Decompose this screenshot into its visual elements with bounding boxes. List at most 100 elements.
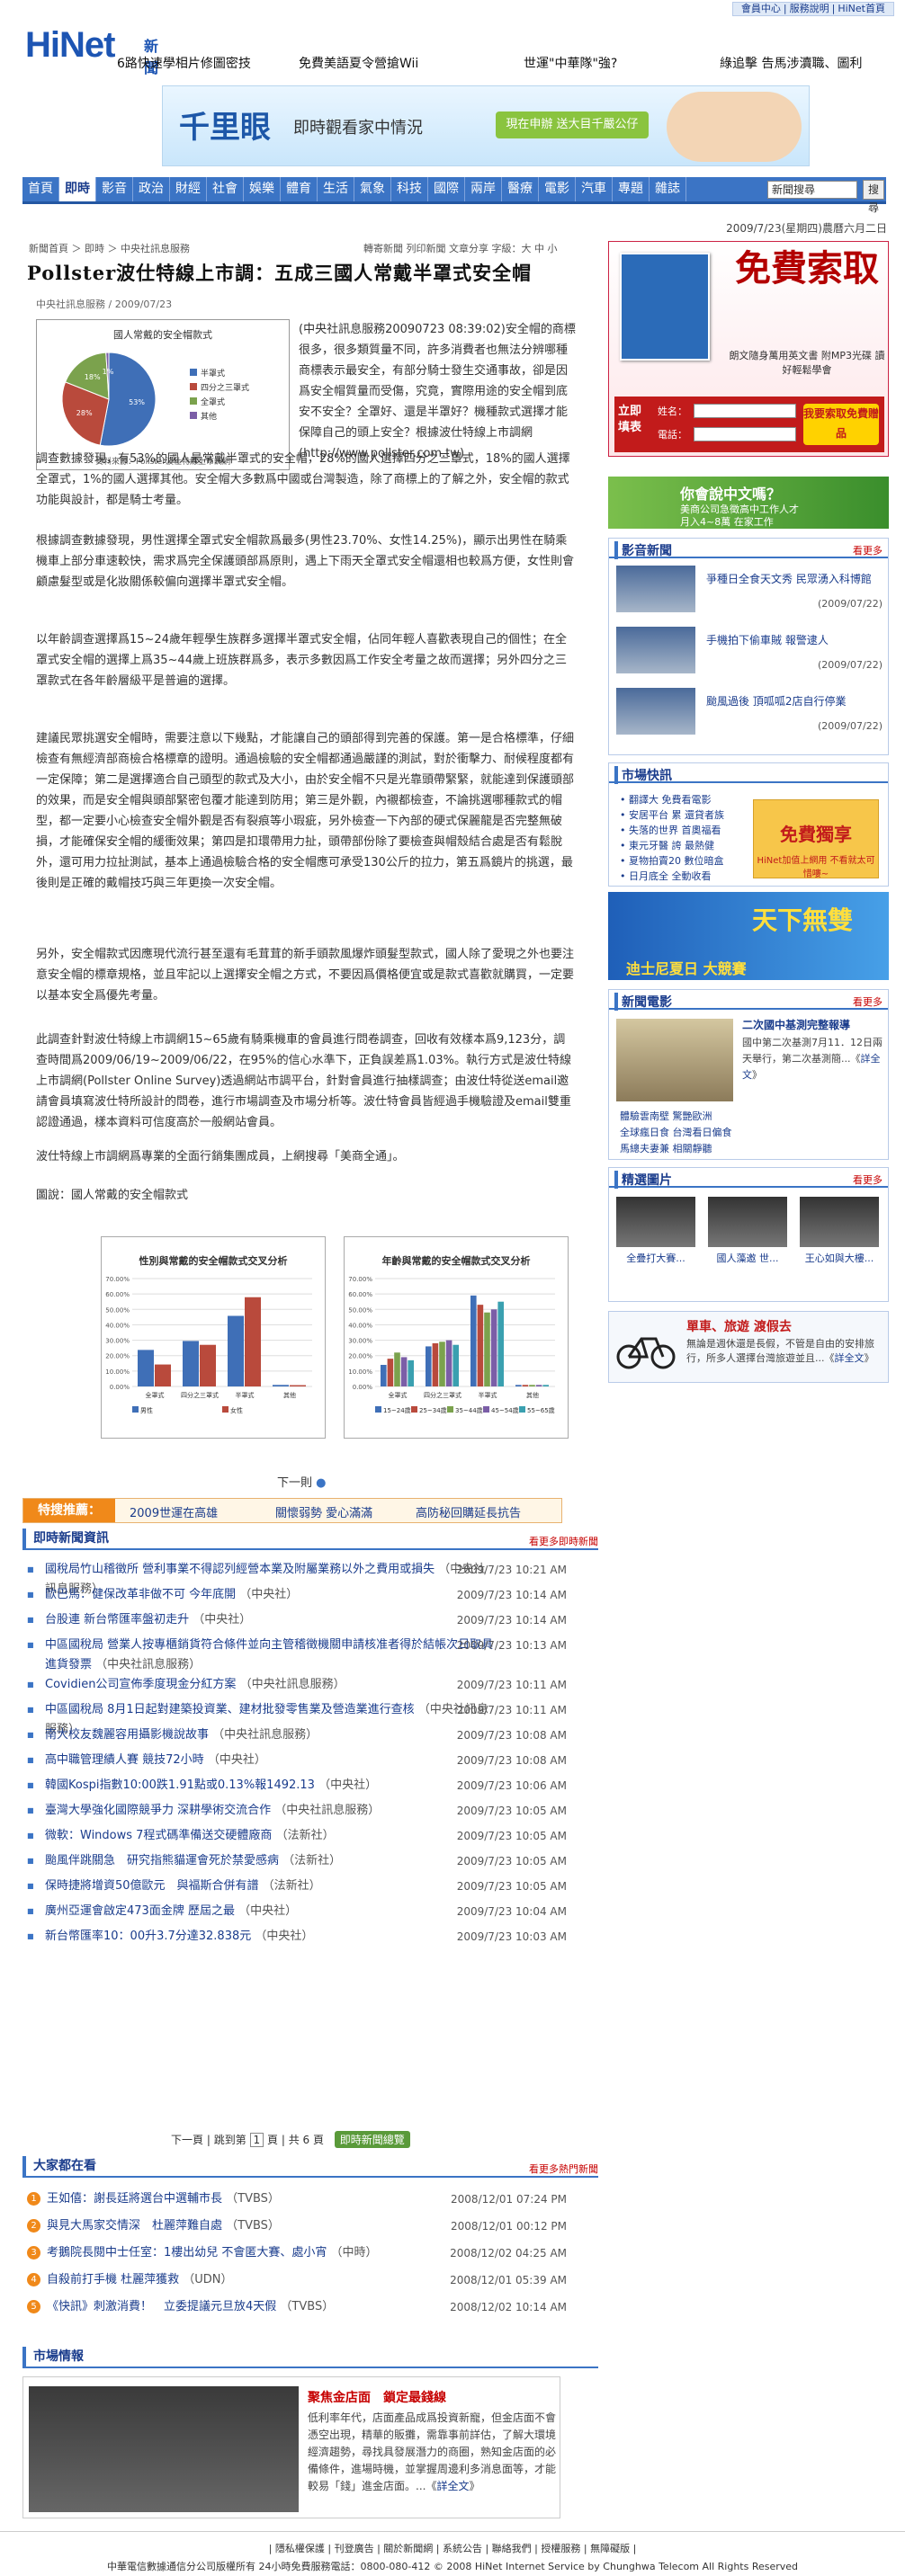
news-headline[interactable]: 南大校友魏麗容用攝影機說故事 （中央社訊息服務）: [45, 1725, 495, 1745]
request-gift-button[interactable]: 我要索取免費贈品: [803, 404, 879, 445]
hot-topic-link[interactable]: 關懷弱勢 愛心滿滿: [275, 1503, 372, 1520]
nav-item-3[interactable]: 政治: [133, 177, 170, 201]
prev-page-link[interactable]: 下一頁: [171, 2134, 203, 2146]
job-ad[interactable]: 你會說中文嗎？ 美商公司急徵高中工作人才 月入4~8萬 在家工作: [608, 477, 889, 529]
video-title[interactable]: 手機拍下偷車賊 報警逮人: [706, 632, 883, 647]
news-row[interactable]: ■ 南大校友魏麗容用攝影機說故事 （中央社訊息服務） 2009/7/23 10:08…: [27, 1725, 567, 1745]
disney-ad[interactable]: 天下無雙 迪士尼夏日 大競賽: [608, 892, 889, 980]
news-headline[interactable]: 臺灣大學強化國際競爭力 深耕學術交流合作 （中央社訊息服務）: [45, 1801, 495, 1821]
nav-item-15[interactable]: 汽車: [576, 177, 613, 201]
rank-link[interactable]: 《快訊》刺激消費！ 立委提議元旦放4天假: [47, 2300, 276, 2313]
market-item[interactable]: • 失落的世界 首奧福看: [620, 823, 721, 837]
market-item[interactable]: • 日月底全 全動收看: [620, 869, 711, 883]
nav-item-2[interactable]: 影音: [96, 177, 133, 201]
news-link[interactable]: 臺灣大學強化國際競爭力 深耕學術交流合作: [45, 1804, 271, 1817]
news-link[interactable]: 國稅局竹山稽徵所 營利事業不得認列經營本業及附屬業務以外之費用或損失: [45, 1563, 435, 1576]
news-search-input[interactable]: 新聞搜尋: [767, 181, 857, 199]
news-row[interactable]: ■ 保時捷將增資50億歐元 與福斯合併有譜 （法新社） 2009/7/23 10:0…: [27, 1876, 567, 1896]
phone-input[interactable]: [694, 427, 796, 441]
all-news-button[interactable]: 即時新聞總覽: [334, 2131, 410, 2148]
news-headline[interactable]: 台股連 新台幣匯率盤初走升 （中央社）: [45, 1610, 495, 1630]
nav-item-13[interactable]: 醫療: [502, 177, 539, 201]
picture-thumb[interactable]: [616, 1197, 695, 1247]
nav-item-9[interactable]: 氣象: [354, 177, 391, 201]
page-select[interactable]: 1: [249, 2133, 264, 2147]
nav-item-11[interactable]: 國際: [428, 177, 465, 201]
news-row[interactable]: ■ 台股連 新台幣匯率盤初走升 （中央社） 2009/7/23 10:14 AM: [27, 1610, 567, 1630]
news-movie-link[interactable]: 馬總夫妻兼 相關靜聽: [620, 1141, 712, 1155]
video-thumb[interactable]: [616, 627, 695, 673]
news-headline[interactable]: 中區國稅局 營業人按專櫃銷貨符合條件並向主管稽徵機關申請核准者得於結帳次日取具進…: [45, 1636, 495, 1675]
article-tools[interactable]: 轉寄新聞 列印新聞 文章分享 字級：大 中 小: [363, 241, 557, 255]
nav-item-12[interactable]: 兩岸: [465, 177, 502, 201]
headline-link[interactable]: 世運"中華隊"強?: [524, 54, 617, 72]
rank-link[interactable]: 與見大馬家交情深 杜麗萍難自處: [47, 2219, 222, 2233]
hinet-home-link[interactable]: HiNet首頁: [838, 3, 885, 14]
rank-link[interactable]: 王如僖：謝長廷將選台中選輔市長: [47, 2192, 222, 2206]
news-movie-link[interactable]: 體驗雲南壁 驚艷歐洲: [620, 1109, 712, 1123]
video-item[interactable]: 手機拍下偷車賊 報警逮人 (2009/07/22): [616, 627, 883, 677]
headline-link[interactable]: 綠追擊 告馬涉瀆職、圖利: [720, 54, 862, 72]
news-movie-link[interactable]: 全球瘋日食 台灣看日偏食: [620, 1125, 732, 1139]
news-link[interactable]: 颱風伴跳關急 研究指熊貓運會死於禁愛感病: [45, 1854, 279, 1867]
nav-item-16[interactable]: 專題: [613, 177, 650, 201]
search-button[interactable]: 搜尋: [863, 180, 884, 214]
picture-thumb[interactable]: [800, 1197, 879, 1247]
news-link[interactable]: 南大校友魏麗容用攝影機說故事: [45, 1728, 209, 1742]
picture-thumb[interactable]: [708, 1197, 787, 1247]
picture-caption[interactable]: 國人藻邀 世...: [704, 1251, 791, 1265]
rank-headline[interactable]: 與見大馬家交情深 杜麗萍難自處 （TVBS）: [47, 2216, 280, 2236]
video-title[interactable]: 爭種日全食天文秀 民眾湧入科博館: [706, 571, 883, 586]
travel-readmore[interactable]: 詳全文: [835, 1352, 865, 1364]
nav-item-0[interactable]: 首頁: [22, 177, 59, 201]
rank-headline[interactable]: 《快訊》刺激消費！ 立委提議元旦放4天假 （TVBS）: [47, 2297, 334, 2317]
news-link[interactable]: 微軟：Windows 7程式碼準備送交硬體廠商: [45, 1829, 272, 1842]
news-headline[interactable]: 新台幣匯率10：00升3.7分達32.838元 （中央社）: [45, 1927, 495, 1947]
nav-item-4[interactable]: 財經: [170, 177, 207, 201]
next-article-link[interactable]: 下一則 ●: [277, 1473, 327, 1490]
rank-headline[interactable]: 考鵝院長閱中士任室：1樓出幼兒 不會匿大賽、處小宵 （中時）: [47, 2243, 378, 2263]
news-row[interactable]: ■ 新台幣匯率10：00升3.7分達32.838元 （中央社） 2009/7/23 …: [27, 1927, 567, 1947]
nav-item-7[interactable]: 體育: [281, 177, 318, 201]
news-row[interactable]: ■ 廣州亞運會啟定473面金牌 歷屆之最 （中央社） 2009/7/23 10:04…: [27, 1902, 567, 1921]
news-movie-more[interactable]: 看更多: [853, 994, 883, 1009]
member-center-link[interactable]: 會員中心: [741, 3, 781, 14]
travel-promo[interactable]: 單車、旅遊 渡假去 無論是週休還是長假，不管是自由的安排旅行，所多人選擇台灣旅遊…: [608, 1311, 889, 1383]
news-row[interactable]: ■ Covidien公司宣佈季度現金分紅方案 （中央社訊息服務） 2009/7/23…: [27, 1675, 567, 1695]
nav-item-14[interactable]: 電影: [539, 177, 576, 201]
news-row[interactable]: ■ 微軟：Windows 7程式碼準備送交硬體廠商 （法新社） 2009/7/23 …: [27, 1826, 567, 1846]
service-link[interactable]: 服務說明: [790, 3, 829, 14]
news-link[interactable]: 高中職管理績人賽 競技72小時: [45, 1753, 204, 1767]
news-movie-headline[interactable]: 二次國中基測完整報導: [742, 1017, 850, 1032]
hinet-logo[interactable]: HiNet 新聞: [25, 25, 158, 76]
video-thumb[interactable]: [616, 566, 695, 612]
news-link[interactable]: 歐巴馬：健保改革非做不可 今年底開: [45, 1588, 236, 1601]
nav-item-1[interactable]: 即時: [59, 177, 96, 201]
news-headline[interactable]: 高中職管理績人賽 競技72小時 （中央社）: [45, 1751, 495, 1770]
video-title[interactable]: 颱風過後 頂呱呱2店自行停業: [706, 693, 883, 709]
banner-apply-button[interactable]: 現在申辦 送大目千嚴公仔: [496, 111, 649, 138]
news-link[interactable]: 韓國Kospi指數10:00跌1.91點或0.13%報1492.13: [45, 1778, 315, 1792]
news-link[interactable]: 台股連 新台幣匯率盤初走升: [45, 1613, 189, 1627]
video-thumb[interactable]: [616, 688, 695, 735]
news-link[interactable]: 保時捷將增資50億歐元 與福斯合併有譜: [45, 1879, 259, 1893]
video-more-link[interactable]: 看更多: [853, 543, 883, 557]
read-more-link[interactable]: 詳全文: [436, 2480, 469, 2492]
instant-more-link[interactable]: 看更多即時新聞: [529, 1534, 598, 1548]
market-item[interactable]: • 安居平台 累 還貸者族: [620, 807, 724, 822]
news-link[interactable]: Covidien公司宣佈季度現金分紅方案: [45, 1678, 236, 1691]
news-headline[interactable]: 保時捷將增資50億歐元 與福斯合併有譜 （法新社）: [45, 1876, 495, 1896]
rank-link[interactable]: 考鵝院長閱中士任室：1樓出幼兒 不會匿大賽、處小宵: [47, 2246, 327, 2260]
video-item[interactable]: 颱風過後 頂呱呱2店自行停業 (2009/07/22): [616, 688, 883, 738]
news-row[interactable]: ■ 中區國稅局 營業人按專櫃銷貨符合條件並向主管稽徵機關申請核准者得於結帳次日取具…: [27, 1636, 567, 1675]
news-headline[interactable]: 韓國Kospi指數10:00跌1.91點或0.13%報1492.13 （中央社）: [45, 1776, 495, 1796]
picture-caption[interactable]: 全疊打大賽...: [613, 1251, 699, 1265]
news-row[interactable]: ■ 歐巴馬：健保改革非做不可 今年底開 （中央社） 2009/7/23 10:14 …: [27, 1585, 567, 1605]
nav-item-8[interactable]: 生活: [318, 177, 354, 201]
footer-links[interactable]: | 隱私權保護 | 刊登廣告 | 關於新聞網 | 系統公告 | 聯絡我們 | 授…: [0, 2541, 905, 2555]
headline-link[interactable]: 免費美語夏令營搶Wii: [299, 54, 418, 72]
nav-item-5[interactable]: 社會: [207, 177, 244, 201]
free-book-promo[interactable]: 免費索取 朗文隨身萬用英文書 附MP3光碟 讀好輕鬆學會 立即填表 姓名： 電話…: [608, 241, 889, 457]
rank-link[interactable]: 自殺前打手機 杜麗萍獲救: [47, 2273, 179, 2286]
ranking-more-link[interactable]: 看更多熱門新聞: [529, 2162, 598, 2176]
